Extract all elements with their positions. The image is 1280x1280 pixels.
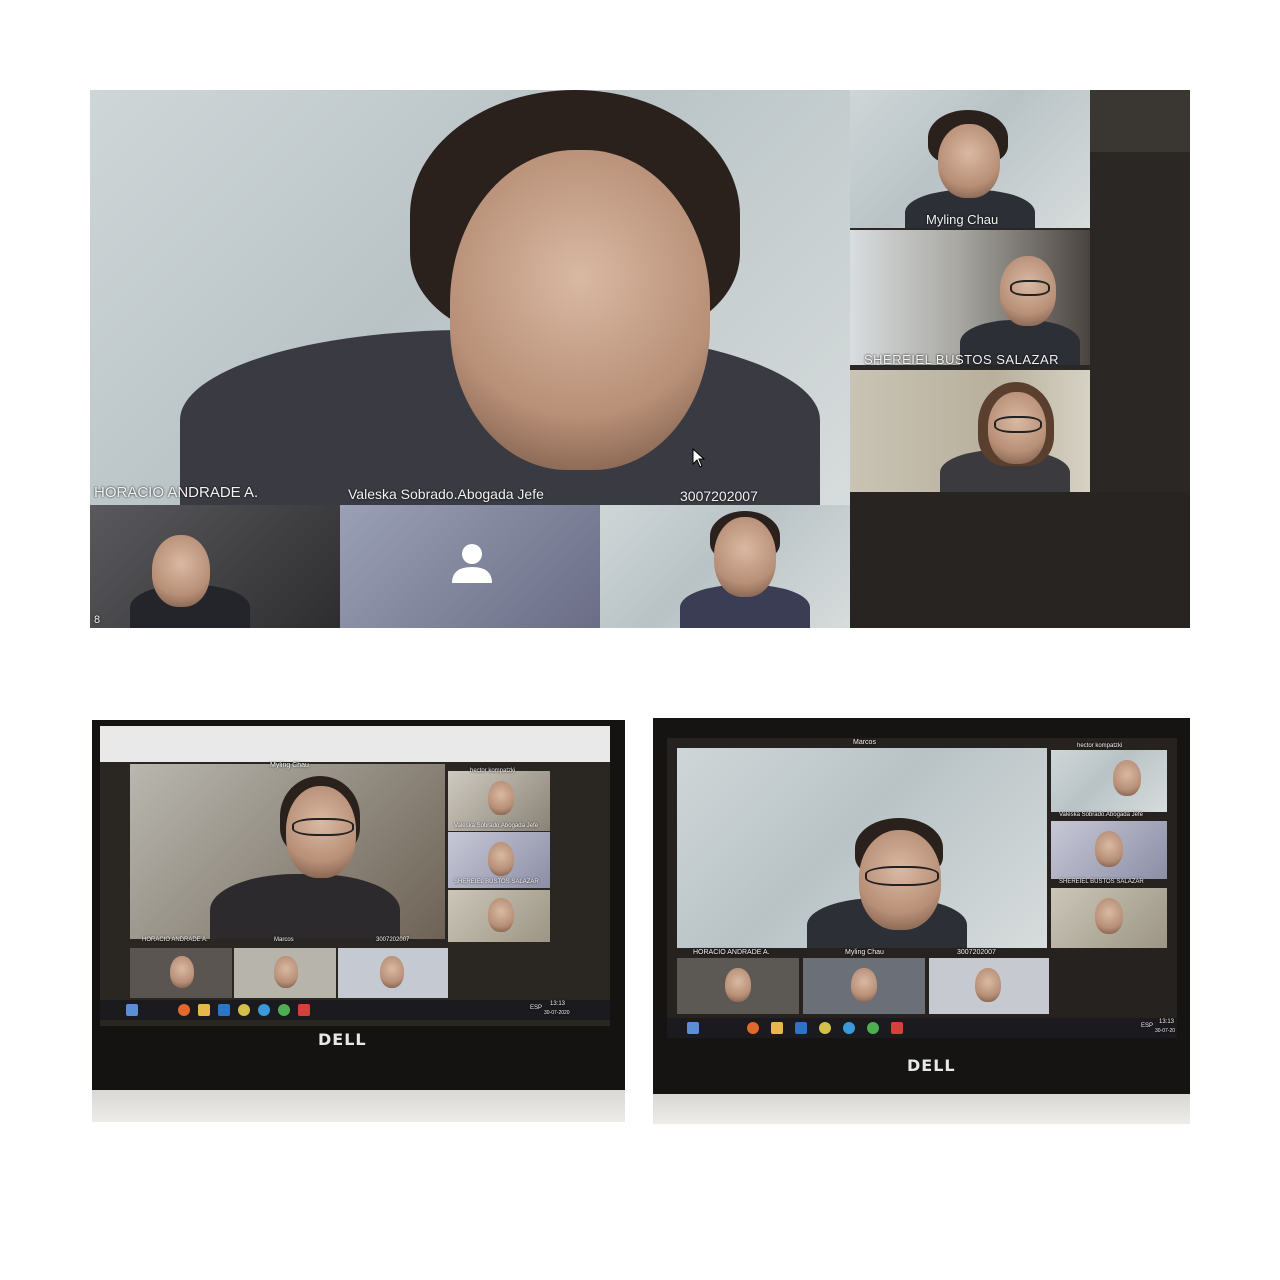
taskbar-time: 13:13	[550, 1001, 566, 1007]
main-speaker-name: Marcos	[853, 739, 876, 746]
windows-taskbar: ESP 13:13 30-07-2020	[100, 1000, 610, 1020]
main-speaker-name: HORACIO ANDRADE A.	[94, 484, 259, 501]
side-tile-2	[1051, 821, 1167, 879]
side-tile-name-2: Valeska Sobrado.Abogada Jefe	[454, 823, 538, 829]
main-speaker-tile	[90, 90, 850, 505]
bottom-tile-2	[803, 958, 925, 1014]
participant-name-3: Valeska Sobrado.Abogada Jefe	[348, 486, 544, 502]
participant-face	[938, 124, 1000, 198]
glasses	[1010, 280, 1050, 296]
side-tile-name-1: hector kompatzki	[1077, 743, 1123, 749]
laptop-hinge	[653, 1094, 1190, 1124]
bottom-tile-1	[130, 948, 232, 998]
bottom-tile-name-3: 3007202007	[957, 949, 996, 956]
laptop-screen: Myling Chau hector kompatzki Valeska Sob…	[100, 726, 610, 1026]
bottom-left-laptop-photo: Myling Chau hector kompatzki Valeska Sob…	[92, 720, 625, 1122]
top-video-call-photo: HORACIO ANDRADE A. Myling Chau SHEREIEL …	[90, 90, 1190, 628]
edge-icon	[843, 1022, 855, 1034]
outlook-icon	[795, 1022, 807, 1034]
taskbar-language: ESP	[530, 1005, 543, 1011]
participant-face	[714, 517, 776, 597]
start-icon	[126, 1004, 138, 1016]
video-app-icon	[298, 1004, 310, 1016]
browser-bar	[100, 726, 610, 762]
dell-logo: DELL	[318, 1030, 367, 1049]
edge-icon	[258, 1004, 270, 1016]
participant-face	[380, 956, 404, 988]
glasses	[994, 416, 1042, 433]
participant-face	[1113, 760, 1141, 796]
explorer-icon	[771, 1022, 783, 1034]
bottom-tile-name-2: Marcos	[274, 937, 294, 943]
main-speaker-tile	[677, 748, 1047, 948]
chrome-icon	[867, 1022, 879, 1034]
side-tile-3	[448, 890, 550, 942]
participant-name-4: 3007202007	[680, 488, 758, 504]
participant-tile-6	[600, 505, 850, 628]
participant-count: 8	[94, 614, 101, 626]
chrome-icon	[238, 1004, 250, 1016]
bottom-tile-3	[338, 948, 448, 998]
bottom-tile-2	[234, 948, 336, 998]
chrome-icon	[278, 1004, 290, 1016]
main-speaker-tile	[130, 764, 445, 939]
participant-face	[274, 956, 298, 988]
side-tile-3	[1051, 888, 1167, 948]
glasses	[865, 866, 939, 886]
participant-face	[488, 898, 514, 932]
participant-face	[488, 781, 514, 815]
side-tile-1	[448, 771, 550, 831]
side-tile-name-3: SHEREIEL BUSTOS SALAZAR	[1059, 879, 1144, 885]
dell-logo: DELL	[907, 1056, 956, 1075]
laptop-screen: Marcos hector kompatzki Valeska Sobrado.…	[667, 738, 1177, 1038]
side-tile-name-3: SHEREIEL BUSTOS SALAZAR	[454, 879, 539, 885]
participant-name-1: Myling Chau	[926, 212, 999, 227]
bottom-right-laptop-photo: Marcos hector kompatzki Valeska Sobrado.…	[653, 718, 1190, 1124]
partial-tile	[1090, 90, 1190, 152]
bottom-tile-name-2: Myling Chau	[845, 949, 884, 956]
mouse-cursor-icon	[692, 448, 706, 468]
chrome-icon	[819, 1022, 831, 1034]
participant-face	[152, 535, 210, 607]
outlook-icon	[218, 1004, 230, 1016]
bottom-tile-3	[929, 958, 1049, 1014]
bottom-tile-name-3: 3007202007	[376, 937, 410, 943]
participant-tile-2	[850, 230, 1090, 365]
participant-face	[1095, 898, 1123, 934]
participant-tile-4	[90, 505, 340, 628]
participant-tile-3	[850, 370, 1090, 492]
participant-face	[975, 968, 1001, 1002]
dark-area	[850, 492, 1190, 628]
firefox-icon	[747, 1022, 759, 1034]
participant-face	[488, 842, 514, 876]
explorer-icon	[198, 1004, 210, 1016]
participant-tile-5	[340, 505, 600, 628]
participant-body	[210, 874, 400, 939]
laptop-hinge	[92, 1090, 625, 1122]
participant-name-2: SHEREIEL BUSTOS SALAZAR	[864, 352, 1060, 367]
side-tile-1	[1051, 750, 1167, 812]
firefox-icon	[178, 1004, 190, 1016]
taskbar-date: 30-07-20	[1155, 1028, 1176, 1034]
start-icon	[687, 1022, 699, 1034]
user-avatar-icon	[452, 544, 492, 583]
taskbar-time: 13:13	[1159, 1019, 1175, 1025]
bottom-tile-1	[677, 958, 799, 1014]
main-speaker-name: Myling Chau	[270, 762, 309, 769]
participant-tile-1	[850, 90, 1090, 228]
bottom-tile-name-1: HORACIO ANDRADE A.	[693, 949, 770, 956]
speaker-face	[450, 150, 710, 470]
participant-face	[851, 968, 877, 1002]
participant-face	[725, 968, 751, 1002]
taskbar-date: 30-07-2020	[544, 1010, 570, 1016]
glasses	[292, 818, 354, 836]
participant-face	[170, 956, 194, 988]
taskbar-language: ESP	[1141, 1023, 1154, 1029]
windows-taskbar: ESP 13:13 30-07-20	[667, 1018, 1177, 1038]
bottom-tile-name-1: HORACIO ANDRADE A.	[142, 937, 208, 943]
side-tile-name-1: hector kompatzki	[470, 768, 516, 774]
side-tile-name-2: Valeska Sobrado.Abogada Jefe	[1059, 812, 1143, 818]
participant-face	[1095, 831, 1123, 867]
video-app-icon	[891, 1022, 903, 1034]
